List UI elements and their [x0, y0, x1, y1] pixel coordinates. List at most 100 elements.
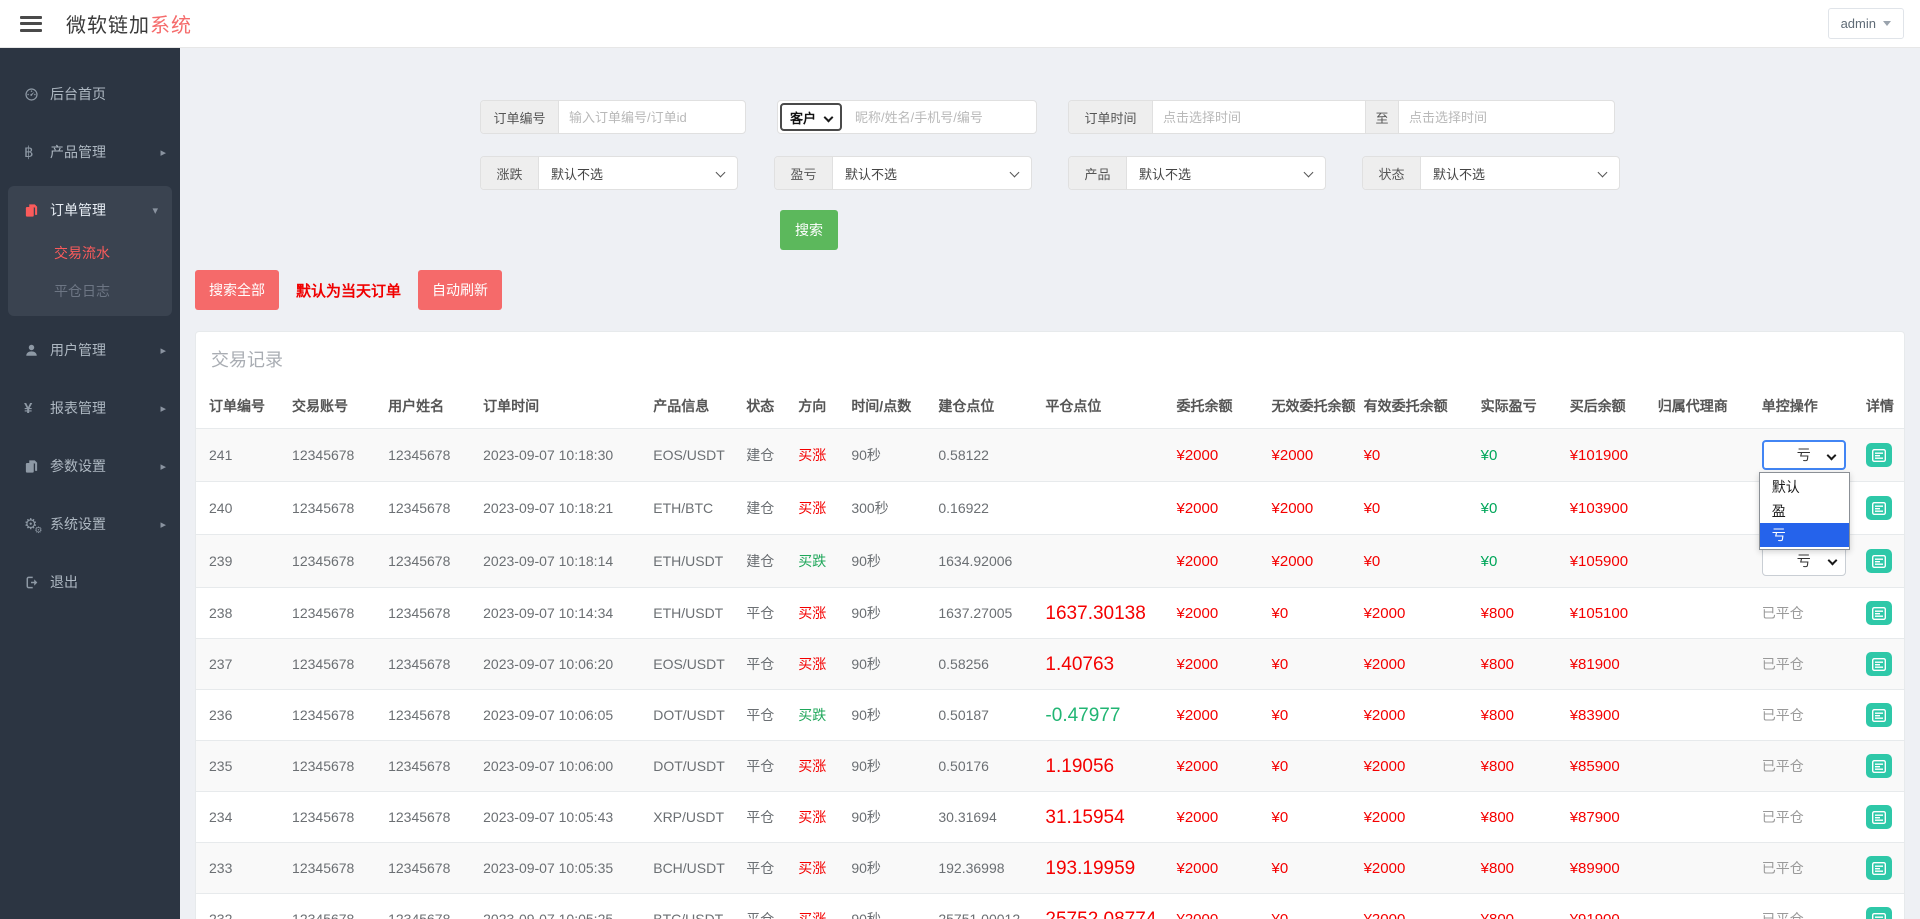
- detail-card-icon: [1872, 811, 1886, 824]
- cell-detail: [1858, 690, 1904, 741]
- cell-invalid-entrust-balance: ¥0: [1264, 588, 1356, 639]
- detail-button[interactable]: [1866, 549, 1892, 573]
- control-select[interactable]: 亏: [1762, 546, 1846, 576]
- cell-user-name: 12345678: [380, 535, 475, 588]
- control-select-dropdown: 默认盈亏: [1759, 472, 1850, 550]
- detail-button[interactable]: [1866, 496, 1892, 520]
- product-select[interactable]: 默认不选: [1127, 157, 1325, 189]
- cell-duration: 90秒: [843, 535, 930, 588]
- control-option[interactable]: 默认: [1760, 475, 1849, 499]
- customer-input[interactable]: [845, 101, 1036, 133]
- order-time-label: 订单时间: [1069, 101, 1153, 133]
- time-to-input[interactable]: [1399, 101, 1614, 133]
- table-row: 23212345678123456782023-09-07 10:05:25BT…: [196, 894, 1904, 919]
- cell-agent: [1650, 690, 1754, 741]
- sidebar-item-system[interactable]: ⚙⚙ 系统设置 ▸: [0, 500, 180, 548]
- cell-status: 平仓: [738, 639, 790, 690]
- order-no-input[interactable]: [559, 101, 745, 133]
- cell-close-point: 31.15954: [1037, 792, 1168, 843]
- cell-after-balance: ¥91900: [1562, 894, 1650, 919]
- control-option[interactable]: 盈: [1760, 499, 1849, 523]
- chevron-down-icon: [824, 112, 834, 122]
- detail-button[interactable]: [1866, 907, 1892, 919]
- sidebar-item-trade-flow[interactable]: 交易流水: [8, 234, 172, 272]
- cell-direction: 买涨: [790, 843, 843, 894]
- cell-product: DOT/USDT: [645, 741, 738, 792]
- product-label: 产品: [1069, 157, 1127, 189]
- control-select[interactable]: 亏: [1762, 440, 1846, 470]
- customer-type-select[interactable]: 客户: [780, 103, 842, 131]
- sidebar-item-params[interactable]: 参数设置 ▸: [0, 442, 180, 490]
- control-option[interactable]: 亏: [1760, 523, 1849, 547]
- detail-button[interactable]: [1866, 443, 1892, 467]
- cell-user-name: 12345678: [380, 639, 475, 690]
- cell-entrust-balance: ¥2000: [1168, 588, 1263, 639]
- cell-open-point: 1634.92006: [930, 535, 1037, 588]
- time-to-label: 至: [1365, 101, 1399, 133]
- table-row: 24112345678123456782023-09-07 10:18:30EO…: [196, 429, 1904, 482]
- trade-records-table: 订单编号交易账号用户姓名订单时间产品信息状态方向时间/点数建仓点位平仓点位委托余…: [196, 384, 1904, 919]
- time-from-input[interactable]: [1153, 101, 1365, 133]
- cell-close-point: [1037, 429, 1168, 482]
- column-header: 平仓点位: [1037, 384, 1168, 429]
- detail-button[interactable]: [1866, 856, 1892, 880]
- cell-status: 建仓: [738, 535, 790, 588]
- cell-valid-entrust-balance: ¥0: [1356, 535, 1473, 588]
- sidebar-item-dashboard[interactable]: 后台首页: [0, 70, 180, 118]
- cell-status: 平仓: [738, 690, 790, 741]
- trade-records-panel: 交易记录 订单编号交易账号用户姓名订单时间产品信息状态方向时间/点数建仓点位平仓…: [195, 331, 1905, 919]
- closed-status-label: 已平仓: [1762, 758, 1804, 774]
- cell-actual-pnl: ¥800: [1473, 843, 1562, 894]
- cell-trade-account: 12345678: [284, 482, 380, 535]
- cell-product: EOS/USDT: [645, 429, 738, 482]
- rise-fall-select[interactable]: 默认不选: [539, 157, 737, 189]
- cell-actual-pnl: ¥800: [1473, 894, 1562, 919]
- cell-detail: [1858, 535, 1904, 588]
- cell-detail: [1858, 843, 1904, 894]
- menu-toggle-icon[interactable]: [20, 16, 42, 32]
- sidebar-item-products[interactable]: ฿ 产品管理 ▸: [0, 128, 180, 176]
- admin-menu[interactable]: admin: [1828, 8, 1904, 39]
- cell-order-id: 235: [196, 741, 284, 792]
- cell-direction: 买跌: [790, 535, 843, 588]
- cell-duration: 90秒: [843, 792, 930, 843]
- cell-order-id: 238: [196, 588, 284, 639]
- detail-button[interactable]: [1866, 805, 1892, 829]
- sidebar-item-orders[interactable]: 订单管理 ▾: [8, 186, 172, 234]
- sidebar-item-logout[interactable]: 退出: [0, 558, 180, 606]
- sidebar-item-label: 产品管理: [50, 142, 106, 162]
- detail-card-icon: [1872, 862, 1886, 875]
- cell-after-balance: ¥105900: [1562, 535, 1650, 588]
- admin-username: admin: [1841, 16, 1876, 31]
- search-button[interactable]: 搜索: [780, 210, 838, 250]
- closed-status-label: 已平仓: [1762, 707, 1804, 723]
- column-header: 无效委托余额: [1264, 384, 1356, 429]
- profit-loss-group: 盈亏 默认不选: [774, 156, 1032, 190]
- detail-button[interactable]: [1866, 652, 1892, 676]
- cell-duration: 90秒: [843, 894, 930, 919]
- cell-direction: 买涨: [790, 894, 843, 919]
- cell-after-balance: ¥101900: [1562, 429, 1650, 482]
- profit-loss-select[interactable]: 默认不选: [833, 157, 1031, 189]
- product-value: 默认不选: [1139, 164, 1191, 183]
- cell-actual-pnl: ¥0: [1473, 535, 1562, 588]
- sidebar-item-reports[interactable]: ¥ 报表管理 ▸: [0, 384, 180, 432]
- cell-order-id: 232: [196, 894, 284, 919]
- cell-detail: [1858, 588, 1904, 639]
- cell-actual-pnl: ¥800: [1473, 741, 1562, 792]
- detail-card-icon: [1872, 913, 1886, 919]
- sidebar-group-orders: 订单管理 ▾ 交易流水 平仓日志: [8, 186, 172, 316]
- detail-button[interactable]: [1866, 703, 1892, 727]
- cell-direction: 买涨: [790, 588, 843, 639]
- cell-open-point: 0.16922: [930, 482, 1037, 535]
- status-select[interactable]: 默认不选: [1421, 157, 1619, 189]
- cell-order-time: 2023-09-07 10:18:21: [475, 482, 645, 535]
- sidebar-item-close-log[interactable]: 平仓日志: [8, 272, 172, 310]
- auto-refresh-button[interactable]: 自动刷新: [418, 270, 502, 310]
- sidebar-item-users[interactable]: 用户管理 ▸: [0, 326, 180, 374]
- cell-invalid-entrust-balance: ¥2000: [1264, 535, 1356, 588]
- search-all-button[interactable]: 搜索全部: [195, 270, 279, 310]
- detail-button[interactable]: [1866, 754, 1892, 778]
- cell-actual-pnl: ¥800: [1473, 588, 1562, 639]
- detail-button[interactable]: [1866, 601, 1892, 625]
